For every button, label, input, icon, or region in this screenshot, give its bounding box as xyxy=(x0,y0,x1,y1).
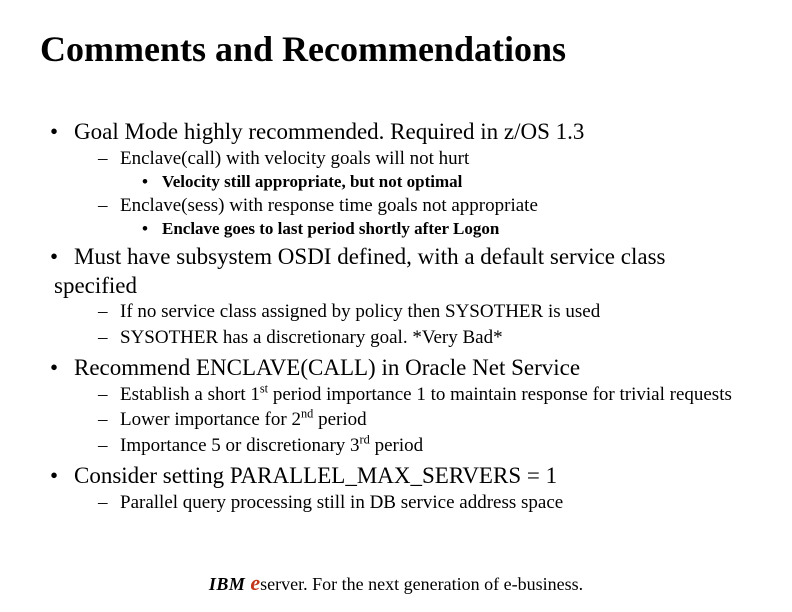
bullet-text: Must have subsystem OSDI defined, with a… xyxy=(54,244,665,298)
bullet-text: period importance 1 to maintain response… xyxy=(268,384,732,405)
bullet-item: Consider setting PARALLEL_MAX_SERVERS = … xyxy=(54,462,752,515)
bullet-item: Enclave(sess) with response time goals n… xyxy=(98,194,752,239)
bullet-list: Goal Mode highly recommended. Required i… xyxy=(40,118,752,514)
bullet-text: Consider setting PARALLEL_MAX_SERVERS = … xyxy=(74,463,557,488)
bullet-item: If no service class assigned by policy t… xyxy=(98,300,752,324)
bullet-text: Importance 5 or discretionary 3 xyxy=(120,435,360,456)
bullet-text: If no service class assigned by policy t… xyxy=(120,301,600,322)
slide-title: Comments and Recommendations xyxy=(40,28,752,70)
bullet-item: Enclave goes to last period shortly afte… xyxy=(142,218,752,239)
bullet-text: Goal Mode highly recommended. Required i… xyxy=(74,119,584,144)
bullet-text: Lower importance for 2 xyxy=(120,409,301,430)
bullet-item: Velocity still appropriate, but not opti… xyxy=(142,171,752,192)
bullet-item: Parallel query processing still in DB se… xyxy=(98,491,752,515)
footer-server: server. xyxy=(260,574,307,594)
footer-ibm: IBM xyxy=(209,574,251,594)
bullet-text: Establish a short 1 xyxy=(120,384,260,405)
bullet-item: Lower importance for 2nd period xyxy=(98,408,752,432)
bullet-item: SYSOTHER has a discretionary goal. *Very… xyxy=(98,326,752,350)
bullet-text: Parallel query processing still in DB se… xyxy=(120,492,563,513)
bullet-text: Recommend ENCLAVE(CALL) in Oracle Net Se… xyxy=(74,355,580,380)
bullet-item: Establish a short 1st period importance … xyxy=(98,383,752,407)
bullet-item: Must have subsystem OSDI defined, with a… xyxy=(54,243,752,350)
bullet-item: Recommend ENCLAVE(CALL) in Oracle Net Se… xyxy=(54,354,752,458)
bullet-item: Enclave(call) with velocity goals will n… xyxy=(98,147,752,192)
bullet-text: SYSOTHER has a discretionary goal. *Very… xyxy=(120,327,503,348)
bullet-text: Velocity still appropriate, but not opti… xyxy=(162,172,462,191)
bullet-item: Importance 5 or discretionary 3rd period xyxy=(98,434,752,458)
footer: IBM eserver. For the next generation of … xyxy=(0,570,792,596)
bullet-text: Enclave(sess) with response time goals n… xyxy=(120,195,538,216)
bullet-text: period xyxy=(313,409,366,430)
ordinal-sup: st xyxy=(260,381,268,395)
footer-e-logo: e xyxy=(250,570,260,595)
ordinal-sup: nd xyxy=(301,407,313,421)
bullet-text: period xyxy=(370,435,423,456)
footer-tagline: For the next generation of e-business. xyxy=(308,574,583,594)
bullet-item: Goal Mode highly recommended. Required i… xyxy=(54,118,752,239)
slide-content: Comments and Recommendations Goal Mode h… xyxy=(0,0,792,514)
bullet-text: Enclave(call) with velocity goals will n… xyxy=(120,148,469,169)
bullet-text: Enclave goes to last period shortly afte… xyxy=(162,219,499,238)
ordinal-sup: rd xyxy=(360,433,370,447)
